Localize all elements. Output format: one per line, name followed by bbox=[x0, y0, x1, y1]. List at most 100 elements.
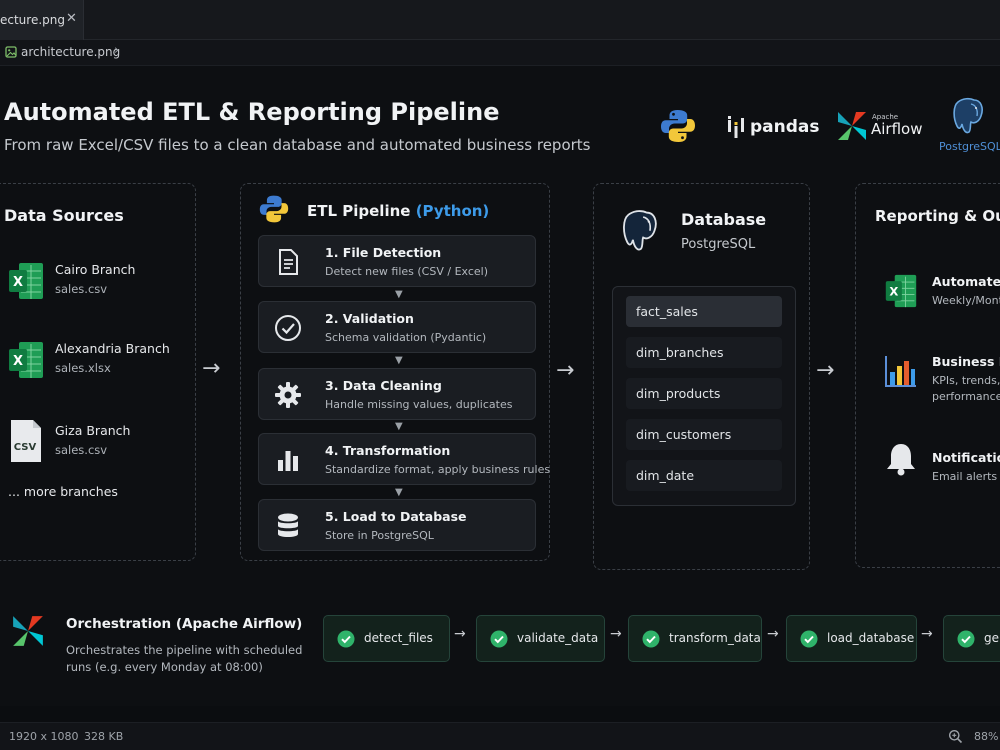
table-name: fact_sales bbox=[636, 304, 698, 319]
etl-pipeline-title-text: ETL Pipeline bbox=[307, 202, 411, 220]
step-validation: 2. Validation Schema validation (Pydanti… bbox=[258, 301, 536, 353]
etl-pipeline-panel: ETL Pipeline (Python) 1. File Detection … bbox=[240, 183, 550, 561]
task-label: load_database bbox=[827, 631, 915, 645]
step-desc: Handle missing values, duplicates bbox=[325, 398, 513, 411]
table-name: dim_customers bbox=[636, 427, 732, 442]
table-item[interactable]: dim_customers bbox=[626, 419, 782, 450]
report-desc: Weekly/Month bbox=[932, 294, 1000, 307]
airflow-logo-icon bbox=[838, 112, 866, 140]
svg-text:X: X bbox=[13, 275, 23, 290]
svg-text:X: X bbox=[889, 284, 898, 298]
close-icon[interactable]: ✕ bbox=[66, 11, 77, 26]
source-item-alexandria: X Alexandria Branch sales.xlsx bbox=[0, 338, 189, 382]
check-circle-icon bbox=[275, 315, 301, 341]
check-circle-icon bbox=[642, 630, 660, 648]
source-item-cairo: X Cairo Branch sales.csv bbox=[0, 259, 189, 303]
image-dimensions: 1920 x 1080 bbox=[9, 730, 79, 743]
step-title: 3. Data Cleaning bbox=[325, 378, 442, 393]
database-icon bbox=[278, 513, 298, 537]
task-arrow-icon: → bbox=[921, 626, 933, 642]
task-validate-data[interactable]: validate_data bbox=[476, 615, 605, 662]
zoom-icon[interactable] bbox=[948, 729, 963, 744]
table-name: dim_date bbox=[636, 468, 695, 483]
svg-text:CSV: CSV bbox=[14, 442, 37, 453]
pandas-logo-text: pandas bbox=[750, 117, 820, 137]
page-subtitle: From raw Excel/CSV files to a clean data… bbox=[4, 136, 591, 154]
table-name: dim_products bbox=[636, 386, 721, 401]
table-item[interactable]: dim_products bbox=[626, 378, 782, 409]
image-canvas: Automated ETL & Reporting Pipeline From … bbox=[0, 66, 1000, 706]
report-title: Notification bbox=[932, 450, 1000, 465]
etl-pipeline-title: ETL Pipeline (Python) bbox=[307, 202, 489, 220]
canvas-margin bbox=[0, 706, 1000, 722]
airflow-icon bbox=[13, 616, 43, 646]
step-arrow-down-icon: ▼ bbox=[395, 289, 403, 300]
breadcrumb: architecture.png › bbox=[0, 40, 1000, 66]
check-circle-icon bbox=[337, 630, 355, 648]
postgresql-icon bbox=[623, 210, 657, 251]
data-sources-panel: Data Sources X Cairo Branch sales.csv X … bbox=[0, 183, 196, 561]
table-item[interactable]: dim_date bbox=[626, 460, 782, 491]
task-transform-data[interactable]: transform_data bbox=[628, 615, 762, 662]
task-detect-files[interactable]: detect_files bbox=[323, 615, 450, 662]
excel-icon: X bbox=[885, 274, 917, 308]
table-item[interactable]: dim_branches bbox=[626, 337, 782, 368]
gear-icon bbox=[275, 382, 301, 408]
bar-chart-icon bbox=[885, 356, 916, 387]
source-file: sales.csv bbox=[55, 443, 108, 457]
more-branches: ... more branches bbox=[8, 484, 118, 499]
reporting-title: Reporting & Out bbox=[875, 207, 1000, 225]
python-logo-icon bbox=[661, 110, 695, 142]
table-item[interactable]: fact_sales bbox=[626, 296, 782, 327]
data-sources-title: Data Sources bbox=[4, 206, 124, 225]
step-arrow-down-icon: ▼ bbox=[395, 355, 403, 366]
database-title: Database bbox=[681, 210, 767, 229]
image-file-icon bbox=[5, 46, 17, 58]
step-desc: Store in PostgreSQL bbox=[325, 529, 434, 542]
etl-pipeline-title-accent: (Python) bbox=[415, 202, 490, 220]
source-name: Alexandria Branch bbox=[55, 341, 170, 356]
step-load-database: 5. Load to Database Store in PostgreSQL bbox=[258, 499, 536, 551]
excel-icon: X bbox=[9, 263, 43, 299]
reporting-panel: Reporting & Out X Automated Weekly/Month… bbox=[855, 183, 1000, 568]
postgresql-logo-text: PostgreSQL bbox=[939, 140, 1000, 153]
task-label: gen bbox=[984, 631, 1000, 645]
report-desc: KPIs, trends, b bbox=[932, 374, 1000, 387]
step-desc: Standardize format, apply business rules bbox=[325, 463, 551, 476]
report-title: Automated bbox=[932, 274, 1000, 289]
step-arrow-down-icon: ▼ bbox=[395, 421, 403, 432]
arrow-pipeline-to-database: → bbox=[556, 358, 575, 383]
report-desc: Email alerts ( bbox=[932, 470, 1000, 483]
table-name: dim_branches bbox=[636, 345, 724, 360]
tab-architecture[interactable]: ecture.png ✕ bbox=[0, 0, 84, 40]
task-load-database[interactable]: load_database bbox=[786, 615, 917, 662]
step-file-detection: 1. File Detection Detect new files (CSV … bbox=[258, 235, 536, 287]
task-generate[interactable]: gen bbox=[943, 615, 1000, 662]
csv-file-icon: CSV bbox=[11, 420, 41, 462]
bell-icon bbox=[887, 444, 915, 476]
page-title: Automated ETL & Reporting Pipeline bbox=[4, 98, 500, 126]
check-circle-icon bbox=[957, 630, 975, 648]
task-label: transform_data bbox=[669, 631, 761, 645]
step-transformation: 4. Transformation Standardize format, ap… bbox=[258, 433, 550, 485]
postgresql-logo-icon bbox=[953, 97, 983, 134]
step-title: 1. File Detection bbox=[325, 245, 442, 260]
document-icon bbox=[279, 249, 298, 275]
orchestration-desc: Orchestrates the pipeline with scheduled… bbox=[66, 643, 303, 674]
step-data-cleaning: 3. Data Cleaning Handle missing values, … bbox=[258, 368, 536, 420]
file-size: 328 KB bbox=[84, 730, 124, 743]
svg-text:X: X bbox=[13, 354, 23, 369]
step-title: 4. Transformation bbox=[325, 443, 451, 458]
excel-icon: X bbox=[9, 342, 43, 378]
breadcrumb-file[interactable]: architecture.png bbox=[21, 45, 120, 59]
task-arrow-icon: → bbox=[454, 626, 466, 642]
source-name: Cairo Branch bbox=[55, 262, 136, 277]
orchestration-title: Orchestration (Apache Airflow) bbox=[66, 616, 303, 632]
database-panel: Database PostgreSQL fact_sales dim_branc… bbox=[593, 183, 810, 570]
arrow-database-to-reporting: → bbox=[816, 358, 835, 383]
source-file: sales.xlsx bbox=[55, 361, 111, 375]
table-list: fact_sales dim_branches dim_products dim… bbox=[612, 286, 796, 506]
check-circle-icon bbox=[800, 630, 818, 648]
step-title: 2. Validation bbox=[325, 311, 414, 326]
zoom-level[interactable]: 88% bbox=[974, 730, 998, 743]
